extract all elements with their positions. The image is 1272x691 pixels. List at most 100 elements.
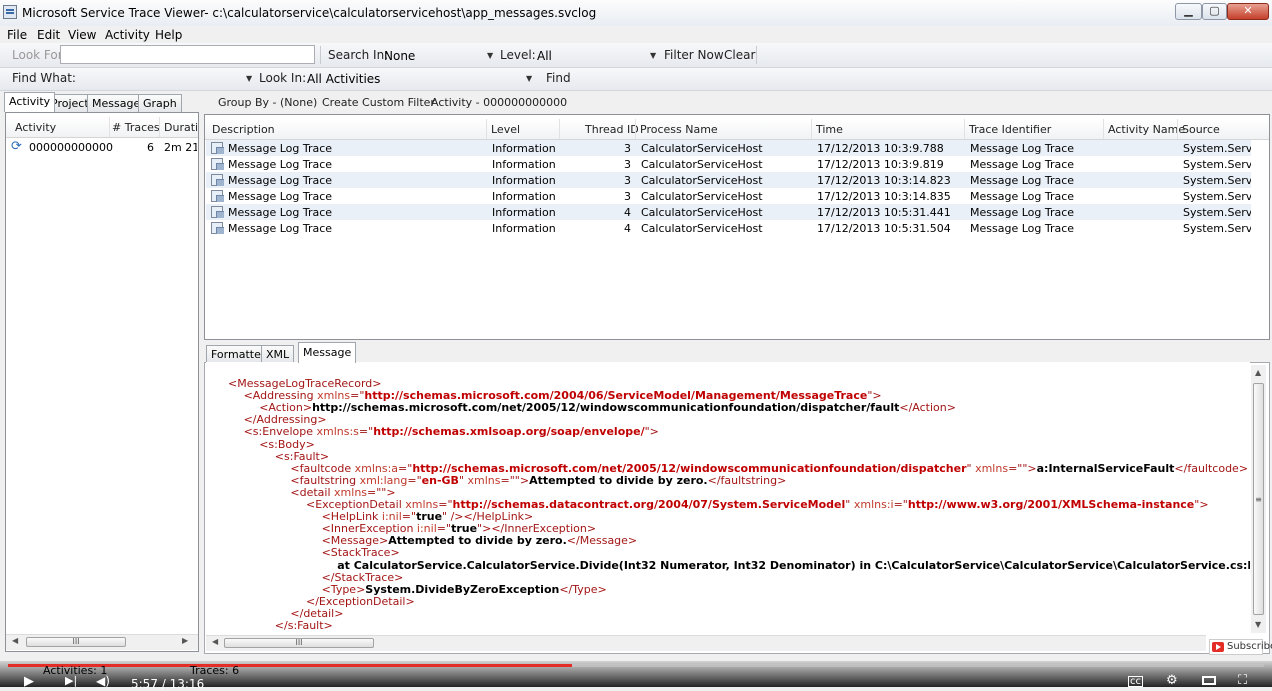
chevron-down-icon[interactable]: ▼ (650, 51, 656, 60)
xml-token: =" (358, 425, 374, 439)
minimize-button[interactable]: ▁ (1175, 3, 1202, 20)
col-description[interactable]: Description (212, 123, 275, 136)
tab-activity[interactable]: Activity (4, 92, 56, 112)
tab-graph[interactable]: Graph (138, 94, 182, 112)
menu-view[interactable]: View (68, 28, 96, 42)
group-by-button[interactable]: Group By - (None) (218, 96, 317, 109)
message-log-icon (211, 190, 224, 202)
xml-token: i:nil (416, 522, 437, 536)
xml-token: <StackTrace> (321, 546, 400, 560)
xml-line: <Action>http://schemas.microsoft.com/net… (259, 402, 956, 414)
xml-token: http://schemas.microsoft.com/2004/06/Ser… (364, 389, 868, 403)
trace-row[interactable]: Message Log Trace Information 3 CalculatorS… (206, 172, 1251, 188)
maximize-button[interactable]: ▢ (1202, 3, 1227, 20)
trace-row[interactable]: Message Log Trace Information 3 CalculatorS… (206, 140, 1251, 156)
trace-cell-description: Message Log Trace (228, 158, 333, 171)
next-icon[interactable]: ▶| (65, 674, 77, 687)
xml-token: </s:Fault> (274, 619, 333, 632)
trace-cell-process: CalculatorServiceHost (641, 190, 763, 203)
find-button[interactable]: Find (546, 71, 571, 85)
trace-cell-identifier: Message Log Trace (970, 158, 1075, 171)
search-in-combo[interactable]: None (384, 49, 415, 63)
trace-cell-process: CalculatorServiceHost (641, 174, 763, 187)
find-what-input[interactable] (70, 69, 245, 88)
settings-gear-icon[interactable]: ⚙ (1166, 673, 1178, 688)
trace-cell-description: Message Log Trace (228, 206, 333, 219)
activity-hscroll[interactable]: ◀ III ▶ (6, 634, 198, 650)
trace-cell-level: Information (492, 174, 556, 187)
xml-token: " (458, 473, 468, 487)
xml-vscroll[interactable]: ▲ ≡ ▼ (1251, 365, 1266, 633)
look-in-combo[interactable]: All Activities (307, 72, 380, 86)
clear-button[interactable]: Clear (724, 48, 755, 62)
xml-token: =""> (500, 473, 530, 487)
theater-mode-icon[interactable] (1202, 676, 1216, 685)
activity-row[interactable]: ⟳ 000000000000 6 2m 21s (6, 139, 198, 155)
filter-now-button[interactable]: Filter Now (664, 48, 724, 62)
xml-token: <s:Body> (259, 437, 315, 451)
xml-token: <s:Fault> (274, 449, 330, 463)
xml-token: xmlns:a (354, 461, 399, 475)
find-toolbar: Find What: ▼ Look In: All Activities ▼ F… (0, 68, 1272, 91)
col-source[interactable]: Source (1182, 123, 1220, 136)
look-for-input[interactable] (60, 45, 315, 64)
trace-cell-identifier: Message Log Trace (970, 222, 1075, 235)
xml-token: http://schemas.xmlsoap.org/soap/envelope… (373, 425, 645, 439)
volume-icon[interactable]: ◀) (96, 674, 110, 688)
tab-message[interactable]: Message (87, 94, 146, 112)
col-activity[interactable]: Activity (15, 121, 56, 134)
scroll-thumb[interactable]: III (224, 638, 374, 648)
fullscreen-icon[interactable]: ⛶ (1238, 673, 1247, 688)
xml-token: <faultstring (290, 473, 360, 487)
xml-viewer[interactable]: <MessageLogTraceRecord> <Addressing xmlns… (206, 362, 1250, 634)
scroll-thumb[interactable]: ≡ (1253, 383, 1264, 615)
trace-cell-time: 17/12/2013 10:5:31.441 (817, 206, 951, 219)
trace-row[interactable]: Message Log Trace Information 4 CalculatorS… (206, 220, 1251, 236)
trace-cell-source: System.Serv... (1183, 190, 1251, 203)
create-custom-filter-button[interactable]: Create Custom Filter (322, 96, 435, 109)
chevron-down-icon[interactable]: ▼ (487, 51, 493, 60)
col-activity-name[interactable]: Activity Name (1108, 123, 1185, 136)
trace-cell-time: 17/12/2013 10:3:9.819 (817, 158, 944, 171)
xml-token: <ExceptionDetail (306, 498, 406, 511)
xml-hscroll[interactable]: ◀ III (206, 635, 1206, 651)
col-trace-identifier[interactable]: Trace Identifier (969, 123, 1051, 136)
chevron-down-icon[interactable]: ▼ (526, 74, 532, 83)
menu-help[interactable]: Help (155, 28, 182, 42)
xml-line: </s:Fault> (275, 620, 333, 632)
trace-row[interactable]: Message Log Trace Information 3 CalculatorS… (206, 156, 1251, 172)
trace-list-panel: Description Level Thread ID Process Name… (204, 114, 1270, 340)
trace-cell-identifier: Message Log Trace (970, 190, 1075, 203)
trace-cell-description: Message Log Trace (228, 190, 333, 203)
chevron-down-icon[interactable]: ▼ (246, 74, 252, 83)
col-duration[interactable]: Duratic (164, 121, 198, 134)
menu-file[interactable]: File (7, 28, 27, 42)
col-process-name[interactable]: Process Name (640, 123, 718, 136)
subscribe-button[interactable]: Subscribe (1209, 639, 1272, 655)
col-thread-id[interactable]: Thread ID (585, 123, 639, 136)
tab-xml[interactable]: XML (261, 345, 295, 363)
xml-token: xml:lang (359, 473, 408, 487)
scroll-thumb[interactable]: III (26, 637, 126, 647)
xml-token: Attempted to divide by zero. (388, 534, 567, 548)
find-what-label: Find What: (12, 71, 76, 85)
menu-edit[interactable]: Edit (37, 28, 60, 42)
trace-cell-level: Information (492, 222, 556, 235)
trace-cell-source: System.Serv... (1183, 158, 1251, 171)
captions-icon[interactable]: cc (1128, 676, 1143, 687)
message-log-icon (211, 222, 224, 234)
close-button[interactable]: ✕ (1227, 3, 1269, 20)
col-level[interactable]: Level (491, 123, 520, 136)
tab-message-detail[interactable]: Message (298, 342, 357, 363)
xml-token: =" (398, 461, 413, 475)
menu-activity[interactable]: Activity (105, 28, 150, 42)
col-time[interactable]: Time (816, 123, 843, 136)
trace-row[interactable]: Message Log Trace Information 3 CalculatorS… (206, 188, 1251, 204)
trace-cell-source: System.Serv... (1183, 142, 1251, 155)
level-combo[interactable]: All (537, 49, 552, 63)
col-traces[interactable]: # Traces (112, 121, 160, 134)
xml-token: </ExceptionDetail> (306, 594, 415, 608)
trace-row[interactable]: Message Log Trace Information 4 CalculatorS… (206, 204, 1251, 220)
activity-panel: Activity # Traces Duratic ⟳ 000000000000… (5, 112, 199, 652)
trace-cell-level: Information (492, 158, 556, 171)
